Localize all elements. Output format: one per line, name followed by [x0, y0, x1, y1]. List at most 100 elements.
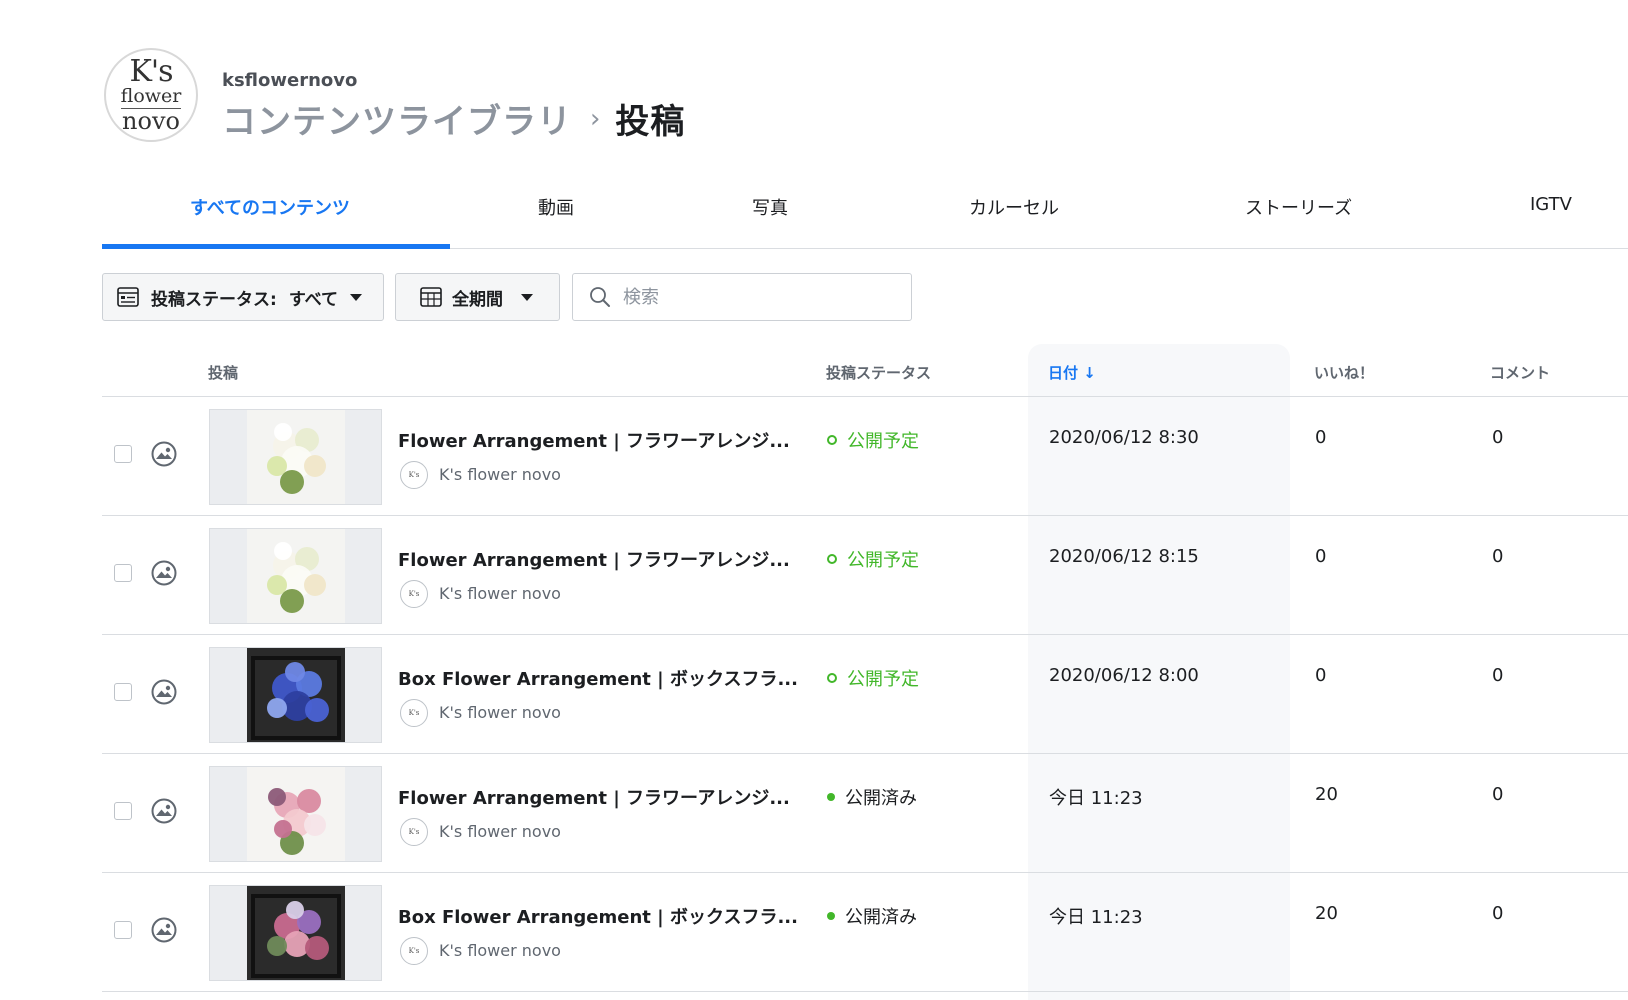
post-title[interactable]: Flower Arrangement | フラワーアレンジ... [398, 546, 790, 572]
tab-all-content[interactable]: すべてのコンテンツ [190, 194, 350, 220]
status-dot-icon [827, 673, 837, 683]
post-title[interactable]: Flower Arrangement | フラワーアレンジ... [398, 427, 790, 453]
post-thumbnail[interactable] [209, 766, 382, 862]
chevron-down-icon [349, 293, 362, 301]
status-filter-label: 投稿ステータス: [151, 289, 277, 310]
post-likes: 20 [1315, 903, 1338, 924]
period-filter-dropdown[interactable]: 全期間 [395, 273, 560, 321]
search-box[interactable] [572, 273, 912, 321]
breadcrumb-parent[interactable]: コンテンツライブラリ [222, 94, 572, 143]
calendar-icon [420, 287, 442, 307]
tab-video[interactable]: 動画 [538, 194, 574, 220]
post-status-text: 公開予定 [847, 669, 919, 690]
post-likes: 0 [1315, 427, 1327, 448]
row-checkbox[interactable] [114, 564, 132, 582]
post-author: K's flower novo [439, 465, 561, 484]
author-avatar: K's [400, 699, 428, 727]
search-icon [589, 286, 611, 308]
row-checkbox[interactable] [114, 445, 132, 463]
tab-igtv[interactable]: IGTV [1530, 194, 1572, 215]
tab-active-indicator [102, 244, 450, 249]
post-thumbnail[interactable] [209, 647, 382, 743]
post-comments: 0 [1492, 427, 1504, 448]
avatar-text: K's [408, 827, 420, 836]
post-title[interactable]: Box Flower Arrangement | ボックスフラ... [398, 903, 798, 929]
post-likes: 20 [1315, 784, 1338, 805]
status-dot-icon [827, 793, 835, 801]
avatar-text: K's [408, 946, 420, 955]
table-row[interactable]: Box Flower Arrangement | ボックスフラ... K's K… [0, 635, 1628, 754]
post-author: K's flower novo [439, 703, 561, 722]
table-row[interactable]: Flower Arrangement | フラワーアレンジ... K's K's… [0, 754, 1628, 873]
avatar-text: K's [408, 708, 420, 717]
logo-text-2: flower [120, 85, 182, 109]
flower-photo [247, 410, 345, 504]
tab-stories[interactable]: ストーリーズ [1245, 194, 1352, 220]
post-status-text: 公開予定 [847, 431, 919, 452]
status-dot-icon [827, 912, 835, 920]
post-title[interactable]: Box Flower Arrangement | ボックスフラ... [398, 665, 798, 691]
post-author: K's flower novo [439, 822, 561, 841]
photo-type-icon [151, 560, 177, 590]
post-status: 公開予定 [827, 546, 919, 572]
post-thumbnail[interactable] [209, 528, 382, 624]
tab-carousel[interactable]: カルーセル [969, 194, 1059, 220]
page-title: 投稿 [615, 102, 686, 142]
post-status: 公開予定 [827, 427, 919, 453]
column-header-date[interactable]: 日付 ↓ [1048, 362, 1096, 383]
post-status-text: 公開済み [845, 907, 917, 928]
post-status-text: 公開予定 [847, 550, 919, 571]
period-filter-label: 全期間 [452, 289, 503, 310]
breadcrumb-separator-icon: › [590, 103, 602, 134]
post-date: 2020/06/12 8:00 [1049, 665, 1199, 686]
column-header-comments[interactable]: コメント [1490, 362, 1550, 383]
post-date: 今日 11:23 [1049, 907, 1143, 928]
row-checkbox[interactable] [114, 802, 132, 820]
author-avatar: K's [400, 937, 428, 965]
row-divider [102, 991, 1628, 992]
author-avatar: K's [400, 461, 428, 489]
status-dot-icon [827, 435, 837, 445]
post-title[interactable]: Flower Arrangement | フラワーアレンジ... [398, 784, 790, 810]
status-filter-value: すべて [288, 289, 338, 310]
table-row[interactable]: Flower Arrangement | フラワーアレンジ... K's K's… [0, 397, 1628, 516]
post-date: 2020/06/12 8:15 [1049, 546, 1199, 567]
column-header-likes[interactable]: いいね！ [1314, 362, 1374, 383]
breadcrumb: コンテンツライブラリ › 投稿 [222, 94, 685, 143]
post-status: 公開済み [827, 903, 917, 929]
post-author: K's flower novo [439, 584, 561, 603]
status-filter-dropdown[interactable]: 投稿ステータス: すべて [102, 273, 384, 321]
row-checkbox[interactable] [114, 683, 132, 701]
column-header-status[interactable]: 投稿ステータス [826, 362, 931, 383]
flower-photo [247, 648, 345, 742]
post-comments: 0 [1492, 784, 1504, 805]
table-row[interactable]: Flower Arrangement | フラワーアレンジ... K's K's… [0, 516, 1628, 635]
search-input[interactable] [621, 285, 895, 309]
tab-photo[interactable]: 写真 [752, 194, 788, 220]
post-thumbnail[interactable] [209, 885, 382, 981]
author-avatar: K's [400, 818, 428, 846]
post-comments: 0 [1492, 903, 1504, 924]
photo-type-icon [151, 679, 177, 709]
photo-type-icon [151, 917, 177, 947]
post-status: 公開予定 [827, 665, 919, 691]
photo-type-icon [151, 798, 177, 828]
account-name: ksflowernovo [222, 70, 358, 91]
avatar-text: K's [408, 470, 420, 479]
flower-photo [247, 767, 345, 861]
post-comments: 0 [1492, 665, 1504, 686]
account-logo: K's flower novo [104, 48, 198, 142]
post-likes: 0 [1315, 546, 1327, 567]
flower-photo [247, 886, 345, 980]
flower-photo [247, 529, 345, 623]
row-checkbox[interactable] [114, 921, 132, 939]
post-status-text: 公開済み [845, 788, 917, 809]
post-thumbnail[interactable] [209, 409, 382, 505]
author-avatar: K's [400, 580, 428, 608]
post-comments: 0 [1492, 546, 1504, 567]
column-header-post[interactable]: 投稿 [208, 362, 238, 383]
table-row[interactable]: Box Flower Arrangement | ボックスフラ... K's K… [0, 873, 1628, 992]
logo-text-1: K's [129, 54, 173, 89]
status-dot-icon [827, 554, 837, 564]
logo-text-3: novo [122, 107, 180, 135]
